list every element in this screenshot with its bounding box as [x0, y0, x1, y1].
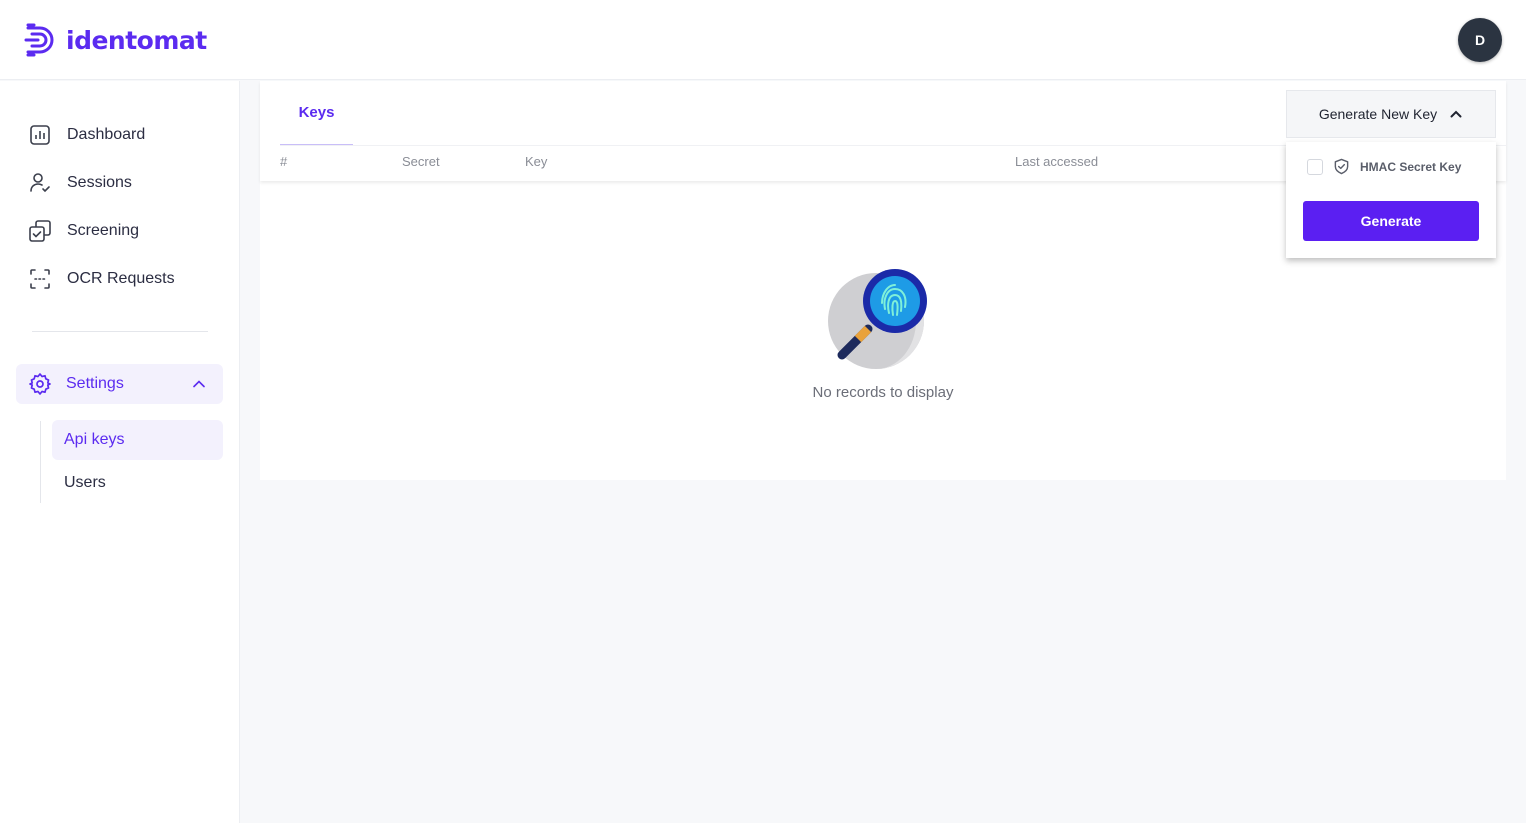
column-header-last-accessed[interactable]: Last accessed	[1015, 154, 1098, 169]
gear-icon	[26, 370, 54, 398]
logo-text: identomat	[66, 25, 207, 55]
keys-card: Keys # Secret Key Last accessed No recor…	[260, 81, 1506, 480]
fingerprint-search-icon	[828, 269, 927, 369]
subnav-line	[40, 421, 41, 503]
generate-new-key-button[interactable]: Generate New Key	[1286, 90, 1496, 138]
chevron-up-icon	[1450, 110, 1462, 118]
copy-check-icon	[26, 217, 54, 245]
empty-state-illustration	[813, 269, 953, 378]
column-header-index[interactable]: #	[280, 154, 287, 169]
column-header-key[interactable]: Key	[525, 154, 547, 169]
hmac-option-label: HMAC Secret Key	[1360, 159, 1462, 174]
sidebar-item-label: Settings	[66, 375, 124, 392]
hmac-option[interactable]: HMAC Secret Key	[1307, 158, 1461, 175]
user-check-icon	[26, 169, 54, 197]
sidebar-item-settings[interactable]: Settings	[16, 364, 223, 404]
column-header-secret[interactable]: Secret	[402, 154, 440, 169]
sidebar-subitem-api-keys[interactable]: Api keys	[52, 420, 223, 460]
chevron-up-icon[interactable]	[191, 376, 207, 397]
empty-state-text: No records to display	[812, 384, 954, 401]
sidebar-divider	[32, 331, 208, 332]
sidebar-item-label: Sessions	[67, 174, 132, 191]
logo-mark-icon	[24, 23, 54, 57]
hmac-checkbox[interactable]	[1307, 158, 1323, 175]
sidebar-item-dashboard[interactable]: Dashboard	[16, 115, 223, 155]
tab-keys[interactable]: Keys	[280, 81, 353, 146]
bar-chart-icon	[26, 121, 54, 149]
sidebar-subitem-users[interactable]: Users	[52, 463, 223, 503]
top-header: identomat D	[0, 0, 1526, 80]
scan-frame-icon	[26, 265, 54, 293]
sidebar-item-ocr-requests[interactable]: OCR Requests	[16, 259, 223, 299]
sidebar-item-label: OCR Requests	[67, 270, 175, 287]
sidebar-item-label: Screening	[67, 222, 140, 239]
sidebar-item-label: Dashboard	[67, 126, 146, 143]
generate-key-dropdown: HMAC Secret Key Generate	[1286, 142, 1496, 258]
sidebar: Dashboard Sessions Screening OCR Request…	[0, 81, 240, 823]
sidebar-item-sessions[interactable]: Sessions	[16, 163, 223, 203]
shield-check-icon	[1334, 158, 1349, 175]
avatar[interactable]: D	[1458, 18, 1502, 62]
logo[interactable]: identomat	[24, 22, 207, 58]
generate-button[interactable]: Generate	[1303, 201, 1479, 241]
generate-new-key-label: Generate New Key	[1318, 106, 1438, 122]
sidebar-item-screening[interactable]: Screening	[16, 211, 223, 251]
